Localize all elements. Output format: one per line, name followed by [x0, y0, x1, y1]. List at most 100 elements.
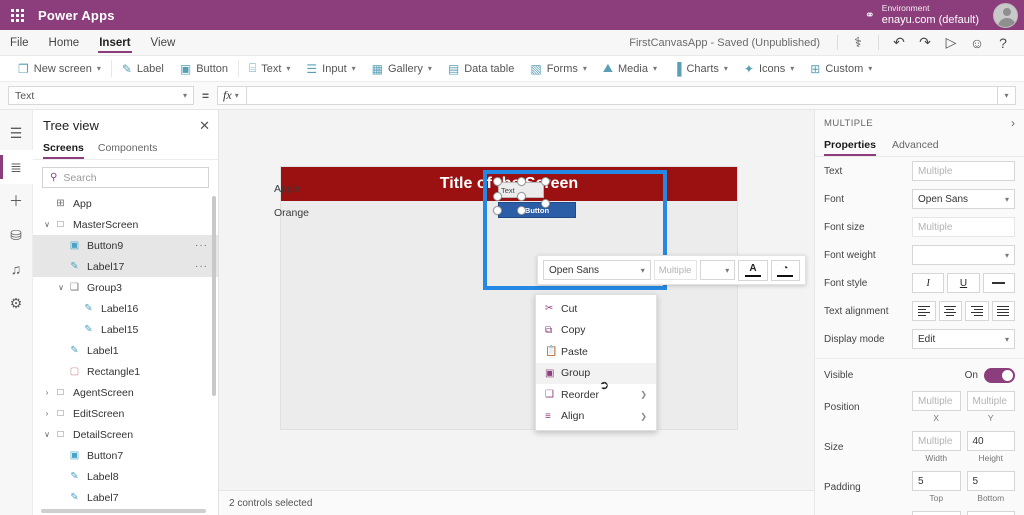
tree-node-button7[interactable]: ▣ Button7: [33, 445, 218, 466]
ribbon-text[interactable]: ⌸ Text ▾: [241, 56, 298, 82]
font-weight-dropdown[interactable]: ▾: [699, 260, 736, 280]
chevron-toggle-icon[interactable]: ›: [41, 409, 53, 418]
insert-icon[interactable]: ＋: [0, 184, 33, 218]
ribbon-icons[interactable]: ✦ Icons ▾: [736, 56, 802, 82]
chevron-toggle-icon[interactable]: ›: [41, 388, 53, 397]
help-icon[interactable]: ?: [990, 30, 1016, 56]
context-menu-item-paste[interactable]: 📋 Paste: [536, 341, 656, 363]
formula-expand-icon[interactable]: ▾: [998, 86, 1016, 105]
advanced-tools-icon[interactable]: ⚙: [0, 286, 33, 320]
canvas-area[interactable]: Title of the Screen Apple Orange Text Bu…: [219, 110, 814, 490]
menu-item-view[interactable]: View: [141, 30, 186, 56]
hamburger-menu-icon[interactable]: ☰: [0, 116, 33, 150]
position-x-input[interactable]: Multiple: [912, 391, 961, 411]
font-dropdown[interactable]: Open Sans ▾: [912, 189, 1015, 209]
fx-button[interactable]: fx ▾: [217, 86, 248, 105]
app-checker-icon[interactable]: ⚕: [845, 30, 871, 56]
tab-screens[interactable]: Screens: [43, 140, 84, 159]
close-icon[interactable]: ✕: [199, 119, 210, 132]
padding-top-input[interactable]: 5: [912, 471, 961, 491]
data-icon[interactable]: ⛁: [0, 218, 33, 252]
tree-node-label1[interactable]: ✎ Label1: [33, 340, 218, 361]
tab-components[interactable]: Components: [98, 140, 158, 159]
undo-icon[interactable]: ↶: [886, 30, 912, 56]
ribbon-custom[interactable]: ⊞ Custom ▾: [802, 56, 880, 82]
resize-handle-nw[interactable]: [493, 177, 502, 186]
context-menu-item-cut[interactable]: ✂ Cut: [536, 298, 656, 320]
align-right-icon[interactable]: [965, 301, 989, 321]
context-menu-item-align[interactable]: ≡ Align ❯: [536, 406, 656, 428]
text-input[interactable]: Multiple: [912, 161, 1015, 181]
align-left-icon[interactable]: [912, 301, 936, 321]
ribbon-media[interactable]: ⛰ Media ▾: [595, 56, 665, 82]
tree-node-label16[interactable]: ✎ Label16: [33, 298, 218, 319]
display-mode-dropdown[interactable]: Edit ▾: [912, 329, 1015, 349]
tree-node-label17[interactable]: ✎ Label17 ···: [33, 256, 218, 277]
context-menu-item-reorder[interactable]: ❑ Reorder ❯: [536, 384, 656, 406]
tree-node-rectangle1[interactable]: ▢ Rectangle1: [33, 361, 218, 382]
preview-icon[interactable]: ▷: [938, 30, 964, 56]
context-menu-item-group[interactable]: ▣ Group: [536, 362, 656, 384]
ribbon-label[interactable]: ✎ Label: [114, 56, 172, 82]
font-size-input[interactable]: Multiple: [912, 217, 1015, 237]
resize-handle-sw[interactable]: [493, 206, 502, 215]
share-icon[interactable]: ☺: [964, 30, 990, 56]
size-width-input[interactable]: Multiple: [912, 431, 961, 451]
ribbon-data-table[interactable]: ▤ Data table: [440, 56, 523, 82]
size-height-input[interactable]: 40: [966, 431, 1015, 451]
app-launcher-icon[interactable]: [0, 8, 34, 22]
tree-vertical-scrollbar[interactable]: [212, 196, 216, 396]
tree-node-more-icon[interactable]: ···: [195, 240, 208, 251]
menu-item-home[interactable]: Home: [39, 30, 90, 56]
tree-node-more-icon[interactable]: ···: [195, 261, 208, 272]
canvas-label-orange[interactable]: Orange: [274, 207, 309, 219]
search-input[interactable]: ⚲ Search: [42, 167, 209, 188]
tree-node-label15[interactable]: ✎ Label15: [33, 319, 218, 340]
tree-horizontal-scrollbar[interactable]: [41, 509, 206, 513]
tree-view-icon[interactable]: ≣: [0, 150, 33, 184]
tree-node-detailscreen[interactable]: ∨ □ DetailScreen: [33, 424, 218, 445]
tree-node-app[interactable]: ⊞ App: [33, 193, 218, 214]
position-y-input[interactable]: Multiple: [966, 391, 1015, 411]
tab-advanced[interactable]: Advanced: [892, 136, 939, 156]
font-size-input[interactable]: Multiple: [653, 260, 697, 280]
padding-bottom-input[interactable]: 5: [966, 471, 1015, 491]
font-family-dropdown[interactable]: Open Sans ▾: [543, 260, 651, 280]
chevron-toggle-icon[interactable]: ∨: [55, 283, 67, 292]
avatar[interactable]: [993, 2, 1018, 28]
resize-handle-ne[interactable]: [541, 177, 550, 186]
tree-node-label7[interactable]: ✎ Label7: [33, 487, 218, 507]
redo-icon[interactable]: ↷: [912, 30, 938, 56]
canvas-label-apple[interactable]: Apple: [274, 183, 301, 195]
menu-item-insert[interactable]: Insert: [89, 30, 140, 56]
ribbon-forms[interactable]: ▧ Forms ▾: [522, 56, 595, 82]
media-icon[interactable]: ♫: [0, 252, 33, 286]
menu-item-file[interactable]: File: [0, 30, 39, 56]
underline-button[interactable]: U: [947, 273, 980, 293]
tree-node-button9[interactable]: ▣ Button9 ···: [33, 235, 218, 256]
padding-left-input[interactable]: 5: [912, 511, 961, 515]
ribbon-charts[interactable]: ▐ Charts ▾: [665, 56, 736, 82]
resize-handle-n[interactable]: [517, 177, 526, 186]
ribbon-button[interactable]: ▣ Button: [172, 56, 236, 82]
chevron-right-icon[interactable]: ›: [1011, 116, 1015, 130]
chevron-toggle-icon[interactable]: ∨: [41, 430, 53, 439]
tree-node-group3[interactable]: ∨ ❑ Group3: [33, 277, 218, 298]
align-center-icon[interactable]: [938, 301, 962, 321]
align-justify-icon[interactable]: [991, 301, 1015, 321]
tree-node-masterscreen[interactable]: ∨ □ MasterScreen: [33, 214, 218, 235]
resize-handle-se[interactable]: [541, 199, 550, 208]
padding-right-input[interactable]: 5: [966, 511, 1015, 515]
font-color-button[interactable]: A: [738, 259, 768, 281]
environment-picker[interactable]: Environment enayu.com (default): [882, 3, 979, 26]
chevron-toggle-icon[interactable]: ∨: [41, 220, 53, 229]
fill-color-button[interactable]: ◔: [770, 259, 800, 281]
tree-node-label8[interactable]: ✎ Label8: [33, 466, 218, 487]
context-menu-item-copy[interactable]: ⧉ Copy: [536, 320, 656, 342]
font-weight-dropdown[interactable]: ▾: [912, 245, 1015, 265]
ribbon-gallery[interactable]: ▦ Gallery ▾: [364, 56, 440, 82]
ribbon-new-screen[interactable]: ❐ New screen ▾: [10, 56, 109, 82]
resize-handle-s[interactable]: [517, 206, 526, 215]
tree-node-editscreen[interactable]: › □ EditScreen: [33, 403, 218, 424]
ribbon-input[interactable]: ☰ Input ▾: [298, 56, 363, 82]
